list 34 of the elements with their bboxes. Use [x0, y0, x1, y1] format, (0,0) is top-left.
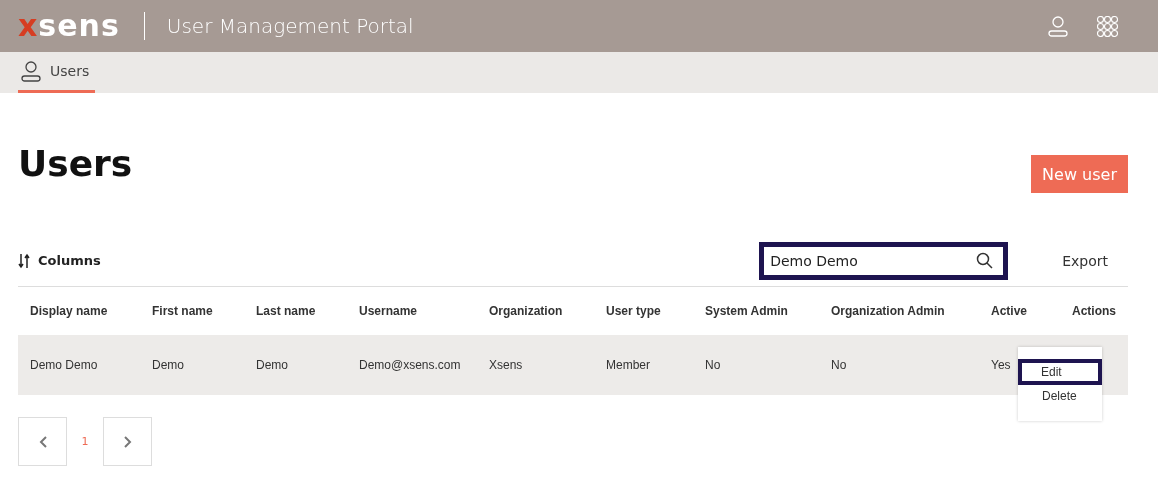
- column-header[interactable]: Active: [979, 287, 1060, 335]
- column-header[interactable]: Organization: [477, 287, 594, 335]
- column-header[interactable]: Organization Admin: [819, 287, 979, 335]
- sort-icon: [18, 252, 30, 269]
- table-cell: Member: [594, 335, 693, 395]
- chevron-right-icon: [123, 435, 132, 448]
- table-cell: Demo@xsens.com: [347, 335, 477, 395]
- search-icon[interactable]: [976, 252, 994, 269]
- search-field[interactable]: Demo Demo: [759, 241, 1009, 280]
- column-header[interactable]: Last name: [244, 287, 347, 335]
- page-title: Users: [18, 143, 133, 184]
- export-button[interactable]: Export: [1056, 251, 1114, 270]
- table-cell: Xsens: [477, 335, 594, 395]
- column-header[interactable]: System Admin: [693, 287, 819, 335]
- chevron-left-icon: [38, 435, 47, 448]
- next-page-button[interactable]: [103, 417, 152, 466]
- user-icon[interactable]: [20, 60, 42, 82]
- menu-item[interactable]: Edit: [1018, 359, 1102, 385]
- column-header[interactable]: Username: [347, 287, 477, 335]
- column-header[interactable]: Display name: [18, 287, 140, 335]
- table-cell: No: [819, 335, 979, 395]
- table-cell: No: [693, 335, 819, 395]
- app-title: User Management Portal: [166, 14, 414, 38]
- logo: xsens: [18, 11, 120, 41]
- column-header[interactable]: Actions: [1060, 287, 1128, 335]
- column-header[interactable]: User type: [594, 287, 693, 335]
- nav-tab[interactable]: Users: [18, 52, 96, 93]
- columns-button[interactable]: Columns: [18, 252, 101, 269]
- table-cell: Demo: [140, 335, 244, 395]
- apps-grid-icon[interactable]: [1097, 15, 1118, 37]
- column-header[interactable]: First name: [140, 287, 244, 335]
- table-cell: Demo: [244, 335, 347, 395]
- table-cell: Demo Demo: [18, 335, 140, 395]
- previous-page-button[interactable]: [18, 417, 67, 466]
